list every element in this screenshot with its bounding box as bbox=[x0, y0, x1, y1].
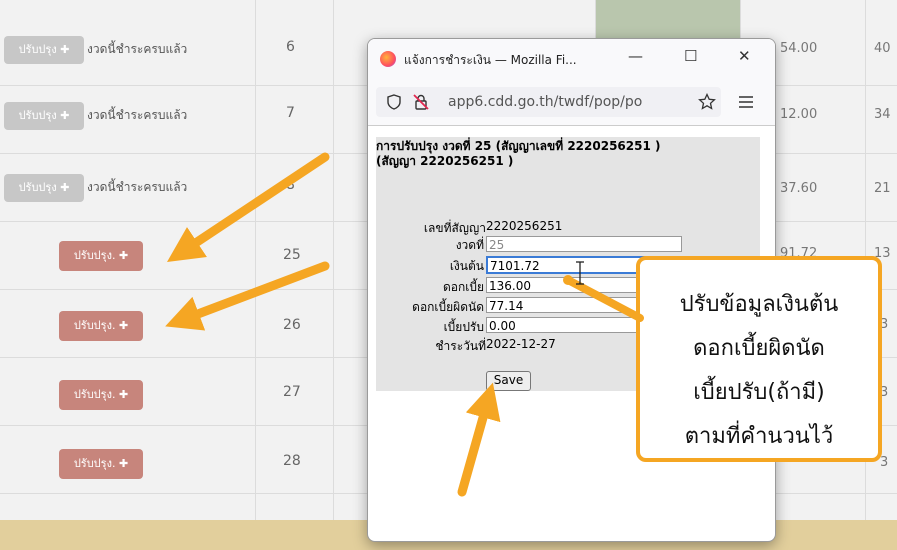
annotation-arrows bbox=[165, 152, 644, 497]
callout-connector bbox=[564, 276, 644, 322]
arrow-to-row-26 bbox=[165, 261, 330, 331]
arrow-to-save-button bbox=[457, 382, 501, 497]
arrow-to-row-25 bbox=[167, 152, 330, 262]
